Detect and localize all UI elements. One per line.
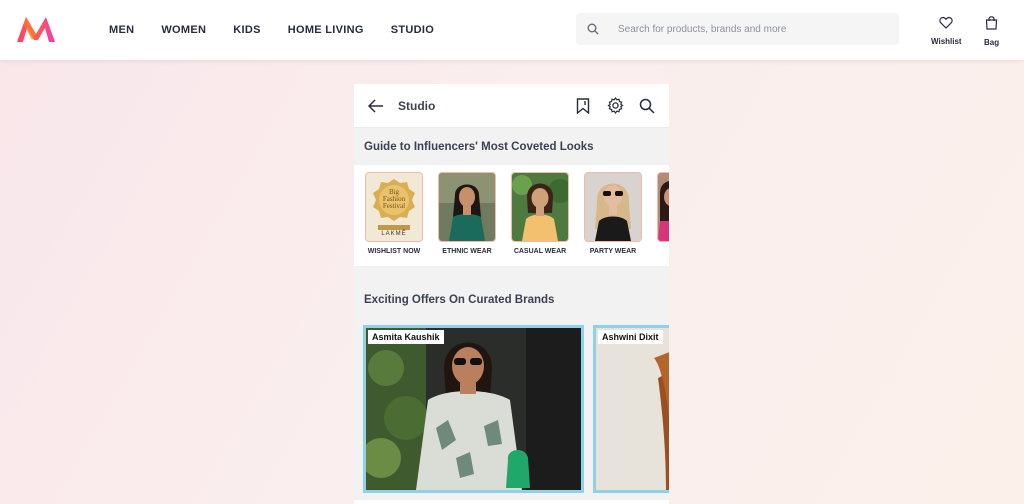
studio-topbar: Studio [354, 84, 669, 128]
category-partial[interactable] [651, 172, 669, 242]
studio-panel: Studio Guide to Influencers' Most Covete… [354, 84, 669, 504]
category-casual-wear[interactable]: CASUAL WEAR [505, 172, 575, 255]
section-spacer [354, 266, 669, 294]
nav-women[interactable]: WOMEN [161, 24, 206, 36]
category-label: CASUAL WEAR [513, 248, 567, 255]
category-ethnic-wear[interactable]: ETHNIC WEAR [432, 172, 502, 255]
influencer-looks-heading: Guide to Influencers' Most Coveted Looks [354, 128, 669, 165]
search-bar[interactable] [576, 13, 899, 45]
bag-label: Bag [984, 38, 1000, 47]
creator-photo [366, 328, 581, 490]
nav-home-living[interactable]: HOME LIVING [288, 24, 364, 36]
category-party-wear[interactable]: PARTY WEAR [578, 172, 648, 255]
nav-studio[interactable]: STUDIO [391, 24, 434, 36]
settings-gear-icon[interactable] [599, 84, 631, 128]
nav-men[interactable]: MEN [109, 24, 134, 36]
curated-brands-heading: Exciting Offers On Curated Brands [354, 294, 669, 320]
category-label: ETHNIC WEAR [442, 248, 492, 255]
category-wishlist-now[interactable]: Big Fashion Festival LAKMĒ WISHLIST NOW [359, 172, 429, 255]
wishlist-button[interactable]: Wishlist [931, 16, 962, 46]
creator-cards-row: Asmita Kaushik Ashwini Dixit [354, 320, 669, 500]
back-arrow-icon[interactable] [354, 84, 398, 128]
bookmark-icon[interactable] [567, 84, 599, 128]
search-icon[interactable] [631, 84, 663, 128]
creator-card[interactable]: Asmita Kaushik [363, 325, 584, 493]
wishlist-label: Wishlist [931, 37, 962, 46]
bag-button[interactable]: Bag [984, 16, 999, 47]
heart-icon [939, 16, 954, 34]
page-title: Studio [398, 98, 436, 113]
top-header: MEN WOMEN KIDS HOME LIVING STUDIO Wishli… [0, 0, 1024, 60]
festival-badge-thumbnail: Big Fashion Festival LAKMĒ [365, 172, 423, 242]
category-thumbnail [657, 172, 669, 242]
casual-wear-thumbnail [511, 172, 569, 242]
party-wear-thumbnail [584, 172, 642, 242]
nav-kids[interactable]: KIDS [233, 24, 260, 36]
search-icon[interactable] [576, 13, 610, 45]
search-input[interactable] [618, 23, 888, 35]
creator-photo [596, 328, 669, 490]
ethnic-wear-thumbnail [438, 172, 496, 242]
creator-name: Asmita Kaushik [368, 330, 444, 344]
bag-icon [985, 16, 998, 35]
creator-name: Ashwini Dixit [598, 330, 663, 344]
category-label: PARTY WEAR [589, 248, 637, 255]
look-categories-row: Big Fashion Festival LAKMĒ WISHLIST NOW [354, 165, 669, 266]
creator-card[interactable]: Ashwini Dixit [593, 325, 669, 493]
lakme-brand-text: LAKMĒ [381, 231, 407, 237]
badge-line-festival: Festival [382, 202, 406, 210]
category-label: WISHLIST NOW [367, 248, 421, 255]
main-nav: MEN WOMEN KIDS HOME LIVING STUDIO [109, 0, 461, 60]
myntra-logo[interactable] [16, 14, 56, 44]
